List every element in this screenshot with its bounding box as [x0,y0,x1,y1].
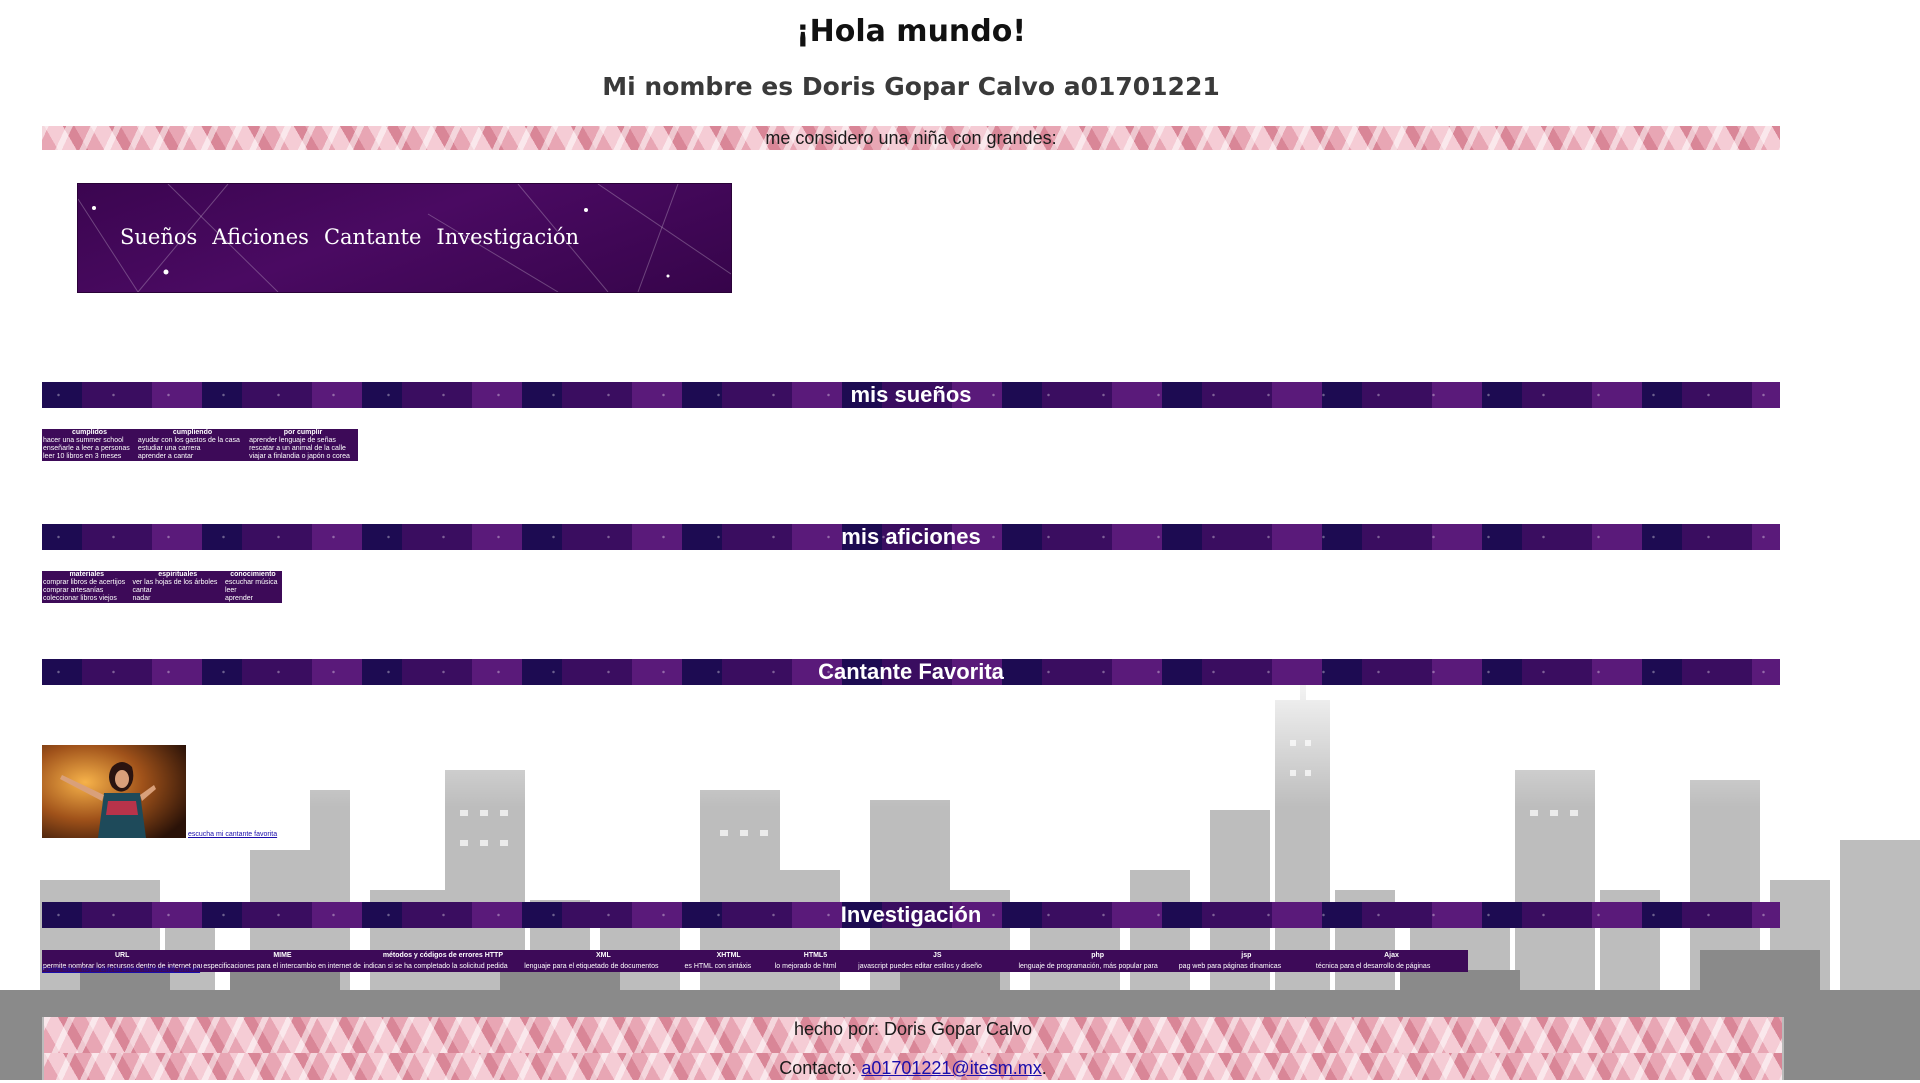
navigation-menu: Sueños Aficiones Cantante Investigación [77,183,732,293]
contact-email-link[interactable]: a01701221@itesm.mx [861,1058,1041,1078]
table-cell: aprender lenguaje de señas [249,437,336,444]
section-header-cantante: Cantante Favorita [42,659,1780,685]
table-cell: aprender [224,595,253,602]
table-cell: cantar [132,587,152,594]
nav-link-cantante[interactable]: Cantante [324,225,421,249]
intro-text: me considero una niña con grandes: [765,128,1057,148]
table-cell: técnica para el desarrollo de páginas [1315,962,1431,970]
section-title: mis sueños [850,382,972,407]
table-cell: pag web para páginas dinamicas [1178,962,1282,970]
table-header: métodos y códigos de errores HTTP [382,951,504,959]
table-cell: escuchar música [224,579,278,586]
table-cell: viajar a finlandia o japón o corea [249,453,350,460]
nav-link-aficiones[interactable]: Aficiones [212,225,309,249]
table-cell: es HTML con sintáxis [684,962,752,970]
contact-end: . [1041,1058,1047,1078]
table-cell: indican si se ha completado la solicitud… [363,962,508,970]
table-header: jsp [1241,951,1252,959]
table-cell: lo mejorado de html [774,962,837,970]
table-header: MIME [273,951,292,959]
table-row: coleccionar libros viejos nadar aprender [42,595,282,603]
table-cell: especificaciones para el intercambio en … [203,962,362,970]
table-row: comprar libros de acertijos ver las hoja… [42,579,282,587]
table-cell: rescatar a un animal de la calle [249,445,346,452]
singer-photo[interactable] [42,745,186,838]
singer-audio-link[interactable]: escucha mi cantante favorita [188,831,277,838]
investigacion-table: URL MIME métodos y códigos de errores HT… [42,950,1468,972]
table-row: comprar artesanías cantar leer [42,587,282,595]
table-cell: javascript puedes editar estilos y diseñ… [858,962,982,970]
table-header: XML [595,951,611,959]
table-header: URL [114,951,130,959]
footer-credit: hecho por: Doris Gopar Calvo [42,1017,1784,1053]
table-header: cumpliendo [172,429,213,436]
table-cell: ver las hojas de los árboles [132,579,218,586]
table-header: php [1091,951,1105,959]
table-row: permite nombrar los recursos dentro de i… [42,961,1468,972]
section-header-suenos: mis sueños [42,382,1780,408]
table-header: HTML5 [803,951,828,959]
sources-link[interactable]: Fuente fotos: _hoy.se digit da armina .l… [42,967,200,973]
table-header: conocimiento [230,571,276,578]
section-title: mis aficiones [841,524,981,549]
table-cell: comprar libros de acertijos [43,579,126,586]
table-header: cumplidos [71,429,107,436]
nav-link-investigacion[interactable]: Investigación [436,225,579,249]
footer-contact: Contacto: a01701221@itesm.mx. [42,1053,1784,1080]
page-subtitle: Mi nombre es Doris Gopar Calvo a01701221 [602,72,1220,101]
section-header-aficiones: mis aficiones [42,524,1780,550]
table-row: enseñarle a leer a personas estudiar una… [42,445,358,453]
section-title: Investigación [840,902,982,927]
section-header-investigacion: Investigación [42,902,1780,928]
table-header: JS [933,951,942,959]
section-title: Cantante Favorita [818,659,1004,684]
table-header: Ajax [1384,951,1399,959]
table-header: espirituales [158,571,198,578]
table-row: hacer una summer school ayudar con los g… [42,437,358,445]
aficiones-table: materiales espirituales conocimiento com… [42,571,282,603]
table-cell: estudiar una carrera [137,445,201,452]
intro-banner: me considero una niña con grandes: [42,126,1780,150]
table-row: leer 10 libros en 3 meses aprender a can… [42,453,358,461]
table-cell: coleccionar libros viejos [43,595,117,602]
table-cell: ayudar con los gastos de la casa [137,437,240,444]
table-cell: comprar artesanías [43,587,104,594]
table-header: XHTML [716,951,741,959]
footer-credit-text: hecho por: Doris Gopar Calvo [793,1019,1033,1039]
table-cell: lenguaje para el etiquetado de documento… [524,962,659,970]
table-cell: lenguaje de programación, más popular pa… [1018,962,1158,970]
suenos-table: cumplidos cumpliendo por cumplir hacer u… [42,429,358,461]
contact-label: Contacto: [779,1058,862,1078]
table-cell: aprender a cantar [137,453,194,460]
table-cell: enseñarle a leer a personas [43,445,130,452]
table-cell: hacer una summer school [43,437,124,444]
table-cell: leer [224,587,237,594]
table-header: por cumplir [283,429,323,436]
table-cell: leer 10 libros en 3 meses [43,453,122,460]
page-title: ¡Hola mundo! [795,14,1027,49]
table-cell: nadar [132,595,151,602]
nav-link-suenos[interactable]: Sueños [120,225,197,249]
table-header: materiales [69,571,105,578]
